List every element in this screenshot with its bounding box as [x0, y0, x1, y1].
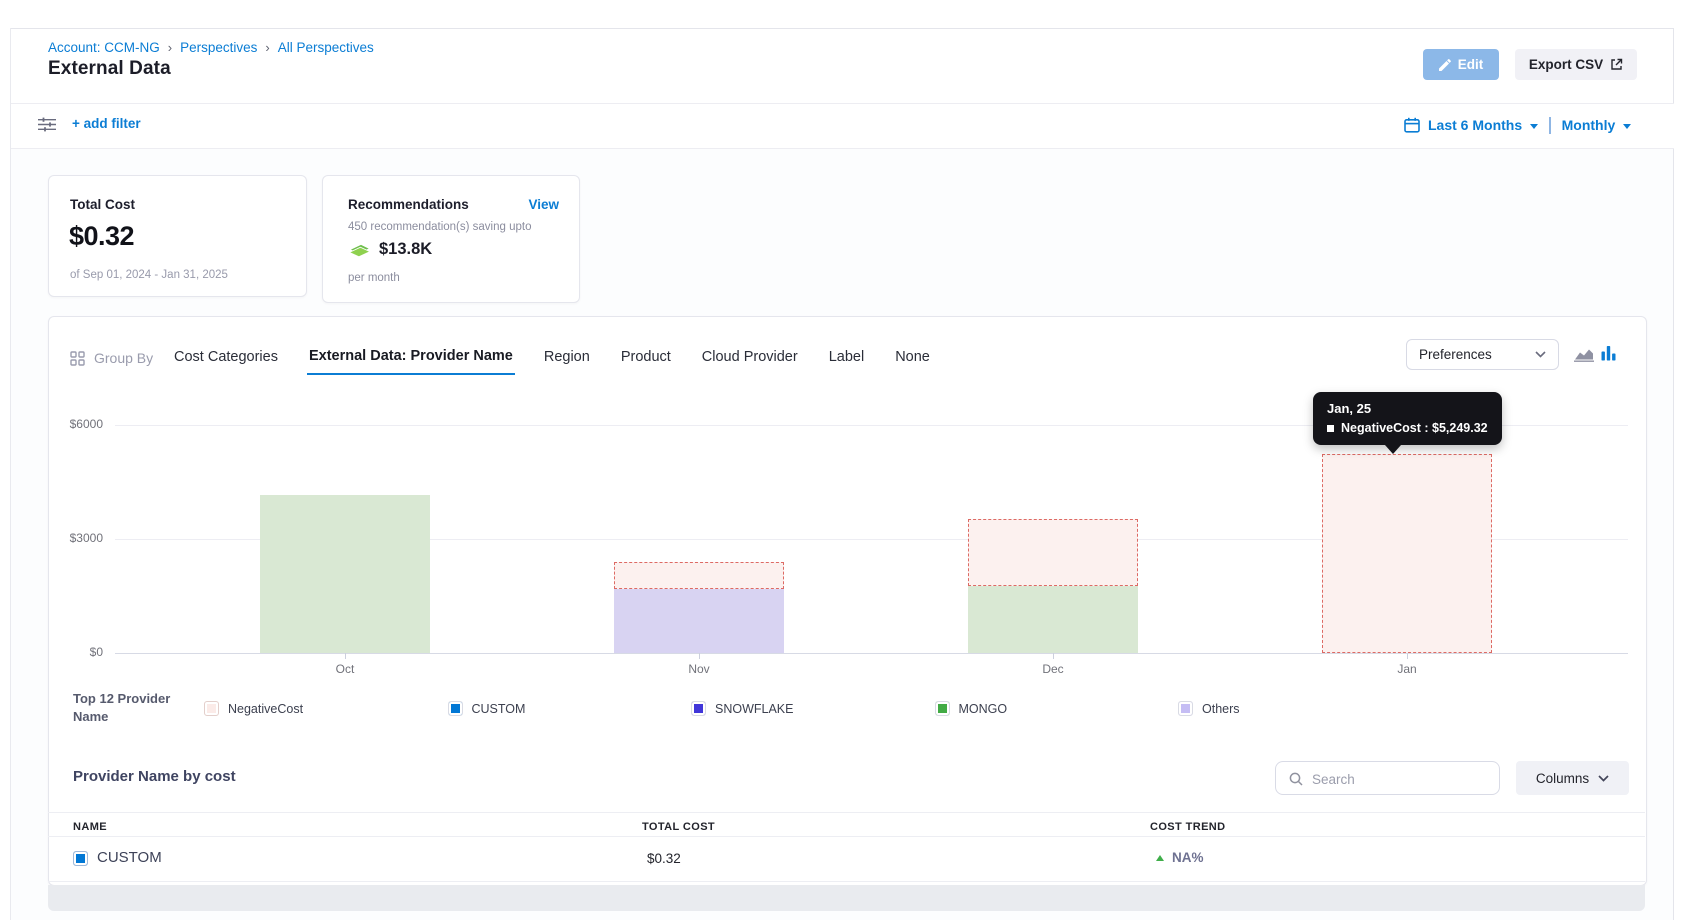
column-header-total-cost[interactable]: TOTAL COST — [642, 821, 715, 833]
total-cost-value: $0.32 — [69, 221, 134, 252]
bar-segment-snowflake-nov[interactable] — [614, 589, 784, 653]
recommendations-period-text: per month — [348, 272, 400, 284]
chart-tooltip: Jan, 25 NegativeCost : $5,249.32 — [1313, 392, 1502, 445]
filter-sliders-icon[interactable] — [38, 117, 56, 137]
trend-up-icon — [1156, 855, 1164, 861]
total-cost-card: Total Cost $0.32 of Sep 01, 2024 - Jan 3… — [48, 175, 307, 297]
tab-cloud-provider[interactable]: Cloud Provider — [700, 341, 800, 374]
preferences-label: Preferences — [1419, 347, 1492, 362]
bar-chart-toggle-icon[interactable] — [1601, 345, 1616, 366]
legend-label: NegativeCost — [228, 702, 303, 716]
breadcrumb-separator-icon: › — [168, 40, 172, 55]
chevron-down-icon[interactable] — [1530, 124, 1538, 129]
table-border — [48, 812, 1645, 813]
tooltip-title: Jan, 25 — [1327, 401, 1488, 416]
legend-swatch — [935, 701, 950, 716]
chevron-down-icon[interactable] — [1623, 124, 1631, 129]
savings-amount: $13.8K — [379, 240, 432, 259]
legend-item-snowflake[interactable]: SNOWFLAKE — [691, 701, 794, 716]
tab-none[interactable]: None — [893, 341, 932, 374]
chevron-down-icon — [1598, 775, 1609, 782]
legend-item-others[interactable]: Others — [1178, 701, 1240, 716]
columns-button-label: Columns — [1536, 771, 1589, 786]
page-title: External Data — [48, 58, 171, 80]
tooltip-caret — [1385, 445, 1401, 454]
table-border — [48, 881, 1645, 882]
bar-segment-negativecost-nov[interactable] — [614, 562, 784, 589]
tab-external-data-provider-name[interactable]: External Data: Provider Name — [307, 340, 515, 375]
chevron-down-icon — [1535, 351, 1546, 358]
group-by-label: Group By — [94, 350, 153, 366]
tab-product[interactable]: Product — [619, 341, 673, 374]
legend-item-mongo[interactable]: MONGO — [935, 701, 1008, 716]
preferences-dropdown[interactable]: Preferences — [1406, 339, 1559, 370]
bar-segment-negativecost-jan[interactable] — [1322, 454, 1492, 653]
breadcrumb-link[interactable]: Account: CCM-NG — [48, 40, 160, 55]
breadcrumb-link[interactable]: Perspectives — [180, 40, 257, 55]
date-range-dropdown[interactable]: Last 6 Months — [1428, 117, 1522, 133]
breadcrumb: Account: CCM-NG › Perspectives › All Perspec… — [48, 38, 374, 56]
bar-segment-negativecost-dec[interactable] — [968, 519, 1138, 586]
tab-label[interactable]: Label — [827, 341, 866, 374]
group-by-grid-icon — [70, 351, 85, 371]
bar-segment-mongo-oct[interactable] — [260, 495, 430, 653]
legend-label: SNOWFLAKE — [715, 702, 794, 716]
next-row-partial — [48, 885, 1645, 911]
export-csv-label: Export CSV — [1529, 57, 1603, 72]
recommendations-view-link[interactable]: View — [528, 197, 559, 212]
provider-swatch — [73, 851, 88, 866]
external-link-icon — [1610, 58, 1623, 71]
legend-item-custom[interactable]: CUSTOM — [448, 701, 526, 716]
cost-trend-cell: NA% — [1156, 850, 1204, 865]
tooltip-series-value: NegativeCost : $5,249.32 — [1341, 421, 1488, 435]
legend-label: CUSTOM — [472, 702, 526, 716]
edit-button[interactable]: Edit — [1423, 49, 1499, 80]
add-filter-button[interactable]: + add filter — [72, 116, 141, 131]
tooltip-series-bullet — [1327, 425, 1334, 432]
column-header-cost-trend[interactable]: COST TREND — [1150, 821, 1226, 833]
savings-money-icon — [348, 241, 371, 258]
recommendations-card: Recommendations View 450 recommendation(… — [322, 175, 580, 303]
breadcrumb-link[interactable]: All Perspectives — [278, 40, 374, 55]
edit-button-label: Edit — [1458, 57, 1484, 72]
legend-item-negativecost[interactable]: NegativeCost — [204, 701, 303, 716]
area-chart-toggle-icon[interactable] — [1574, 347, 1594, 367]
group-by-tabs: Cost Categories External Data: Provider N… — [172, 340, 932, 374]
table-title: Provider Name by cost — [73, 768, 236, 785]
time-range-controls: Last 6 Months Monthly — [1404, 114, 1631, 136]
pencil-icon — [1439, 59, 1451, 71]
calendar-icon — [1404, 117, 1420, 133]
page-border-top — [10, 28, 1674, 29]
legend-swatch — [691, 701, 706, 716]
total-cost-period: of Sep 01, 2024 - Jan 31, 2025 — [70, 269, 228, 281]
granularity-dropdown[interactable]: Monthly — [1562, 117, 1616, 133]
breadcrumb-separator-icon: › — [265, 40, 269, 55]
search-icon — [1289, 772, 1303, 791]
table-row[interactable]: CUSTOM $0.32 NA% — [48, 836, 1645, 881]
total-cost-label: Total Cost — [70, 197, 135, 212]
columns-button[interactable]: Columns — [1516, 761, 1629, 795]
legend-swatch — [1178, 701, 1193, 716]
bar-segment-mongo-dec[interactable] — [968, 586, 1138, 653]
recommendations-count-text: 450 recommendation(s) saving upto — [348, 221, 531, 233]
total-cost-cell: $0.32 — [647, 851, 681, 866]
legend-swatch — [448, 701, 463, 716]
recommendations-label: Recommendations — [348, 197, 469, 212]
legend-swatch — [204, 701, 219, 716]
page-border-right — [1673, 28, 1674, 920]
divider — [1549, 117, 1551, 134]
trend-value: NA% — [1172, 850, 1204, 865]
legend-label: MONGO — [959, 702, 1008, 716]
provider-name-cell: CUSTOM — [97, 849, 162, 866]
export-csv-button[interactable]: Export CSV — [1515, 49, 1637, 80]
search-input[interactable] — [1310, 763, 1494, 795]
table-search — [1275, 761, 1500, 795]
tab-region[interactable]: Region — [542, 341, 592, 374]
tab-cost-categories[interactable]: Cost Categories — [172, 341, 280, 374]
perspective-page: Account: CCM-NG › Perspectives › All Perspec… — [0, 0, 1692, 920]
legend-label: Others — [1202, 702, 1240, 716]
column-header-name[interactable]: NAME — [73, 821, 107, 833]
legend-title: Top 12 Provider Name — [73, 690, 185, 726]
